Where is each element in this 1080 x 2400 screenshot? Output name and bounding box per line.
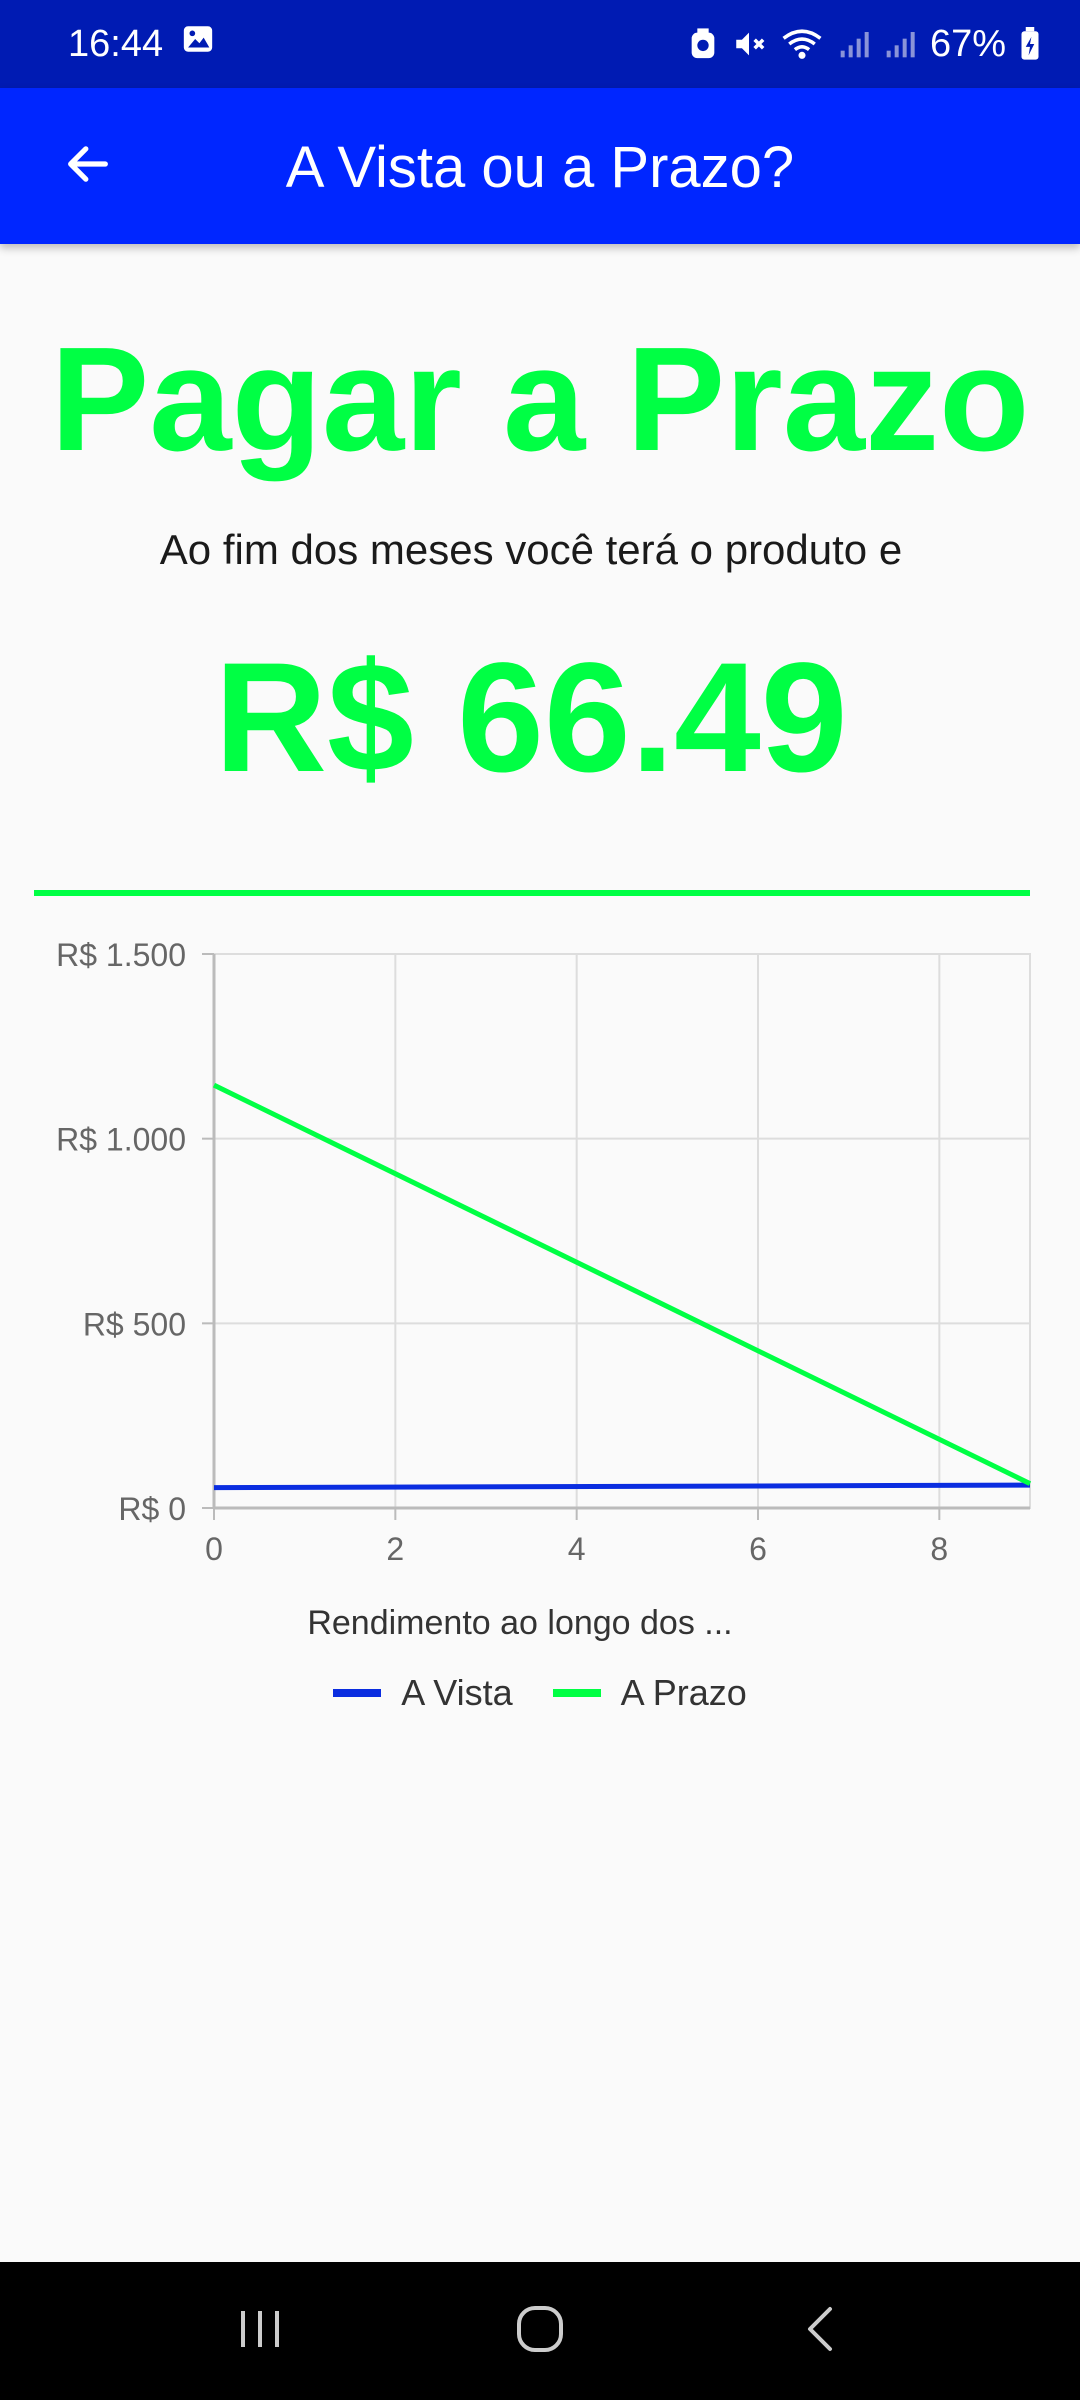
- legend-item-a-vista: A Vista: [333, 1672, 513, 1714]
- y-tick-label: R$ 1.500: [56, 937, 186, 973]
- recent-apps-icon: [235, 2307, 285, 2356]
- back-nav-button[interactable]: [760, 2281, 880, 2381]
- y-tick-label: R$ 0: [118, 1491, 186, 1527]
- wifi-icon: [780, 27, 824, 61]
- legend-swatch-a-vista: [333, 1689, 382, 1697]
- battery-charging-icon: [1020, 27, 1040, 61]
- x-tick-label: 6: [749, 1531, 767, 1567]
- signal-icon: [838, 27, 870, 61]
- x-tick-label: 0: [205, 1531, 223, 1567]
- y-tick-label: R$ 500: [83, 1306, 186, 1342]
- line-chart: R$ 0 R$ 500 R$ 1.000 R$ 1.500 0 2 4 6 8 Rendimen…: [56, 937, 1032, 1642]
- status-time: 16:44: [68, 22, 164, 65]
- x-tick-label: 2: [386, 1531, 404, 1567]
- series-line-a-vista: [213, 1482, 1031, 1491]
- result-amount: R$ 66.49: [214, 631, 848, 805]
- x-tick-label: 8: [930, 1531, 948, 1567]
- x-tick-label: 4: [568, 1531, 586, 1567]
- app-title: A Vista ou a Prazo?: [285, 135, 795, 200]
- series-line-a-prazo: [212, 1082, 1032, 1486]
- home-icon: [514, 2303, 566, 2360]
- divider: [34, 890, 1030, 896]
- result-subtitle: Ao fim dos meses você terá o produto e: [159, 526, 903, 573]
- recent-apps-button[interactable]: [200, 2281, 320, 2381]
- status-bar: 16:44 67%: [0, 0, 1080, 88]
- mute-icon: [732, 27, 766, 61]
- legend-label-a-prazo: A Prazo: [620, 1672, 747, 1713]
- home-button[interactable]: [480, 2281, 600, 2381]
- app-bar: A Vista ou a Prazo?: [0, 88, 1080, 244]
- back-nav-icon: [800, 2303, 840, 2360]
- image-icon: [181, 22, 215, 66]
- chart-legend: A Vista A Prazo: [0, 1672, 1080, 1714]
- legend-label-a-vista: A Vista: [401, 1672, 513, 1713]
- y-tick-label: R$ 1.000: [56, 1122, 186, 1158]
- result-headline: Pagar a Prazo: [50, 317, 1030, 482]
- legend-swatch-a-prazo: [552, 1689, 601, 1697]
- data-saver-icon: [688, 27, 718, 61]
- system-nav-bar: [0, 2262, 1080, 2400]
- battery-text: 67%: [929, 22, 1006, 65]
- x-axis-label: Rendimento ao longo dos ...: [307, 1604, 732, 1642]
- signal-icon-2: [884, 27, 916, 61]
- legend-item-a-prazo: A Prazo: [552, 1672, 747, 1714]
